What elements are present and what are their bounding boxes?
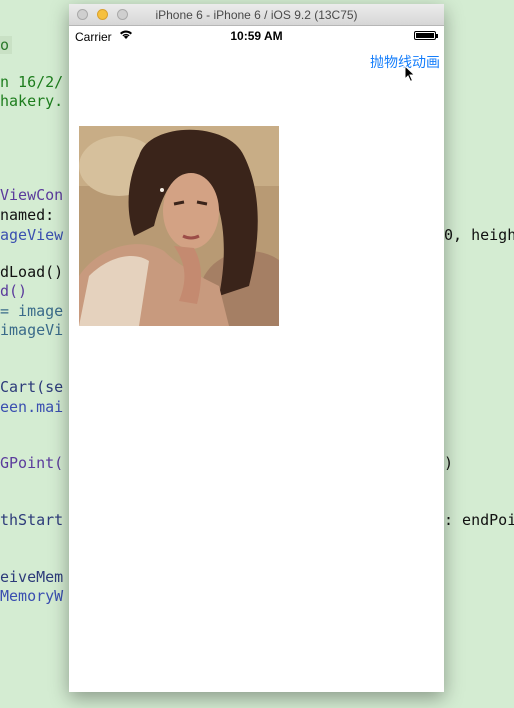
code-line: : endPoi: [444, 511, 514, 529]
code-line: hakery.: [0, 92, 64, 110]
code-line: imageVi: [0, 321, 64, 339]
code-line: o: [0, 36, 12, 54]
status-time: 10:59 AM: [230, 29, 283, 43]
code-line: dLoad(): [0, 263, 64, 281]
code-line: named:: [0, 206, 55, 224]
code-line: eiveMem: [0, 568, 64, 586]
battery-icon: [414, 31, 438, 40]
code-line: Cart(se: [0, 378, 64, 396]
ios-status-bar: Carrier 10:59 AM: [69, 26, 444, 46]
code-line: ViewCon: [0, 186, 64, 204]
simulator-window: iPhone 6 - iPhone 6 / iOS 9.2 (13C75) Ca…: [69, 4, 444, 692]
code-line: een.mai: [0, 398, 64, 416]
code-line: MemoryW: [0, 587, 64, 605]
code-line: GPoint(: [0, 454, 64, 472]
simulator-titlebar[interactable]: iPhone 6 - iPhone 6 / iOS 9.2 (13C75): [69, 4, 444, 26]
portrait-image: [79, 126, 279, 326]
code-line: n 16/2/: [0, 73, 64, 91]
code-line: 0, heigh: [444, 226, 514, 244]
code-line: ): [444, 454, 454, 472]
window-title: iPhone 6 - iPhone 6 / iOS 9.2 (13C75): [155, 8, 358, 22]
code-line: d(): [0, 282, 28, 300]
code-line: = image: [0, 302, 64, 320]
code-line: thStart: [0, 511, 64, 529]
code-line: ageView: [0, 226, 64, 244]
mouse-pointer-icon: [404, 64, 416, 87]
